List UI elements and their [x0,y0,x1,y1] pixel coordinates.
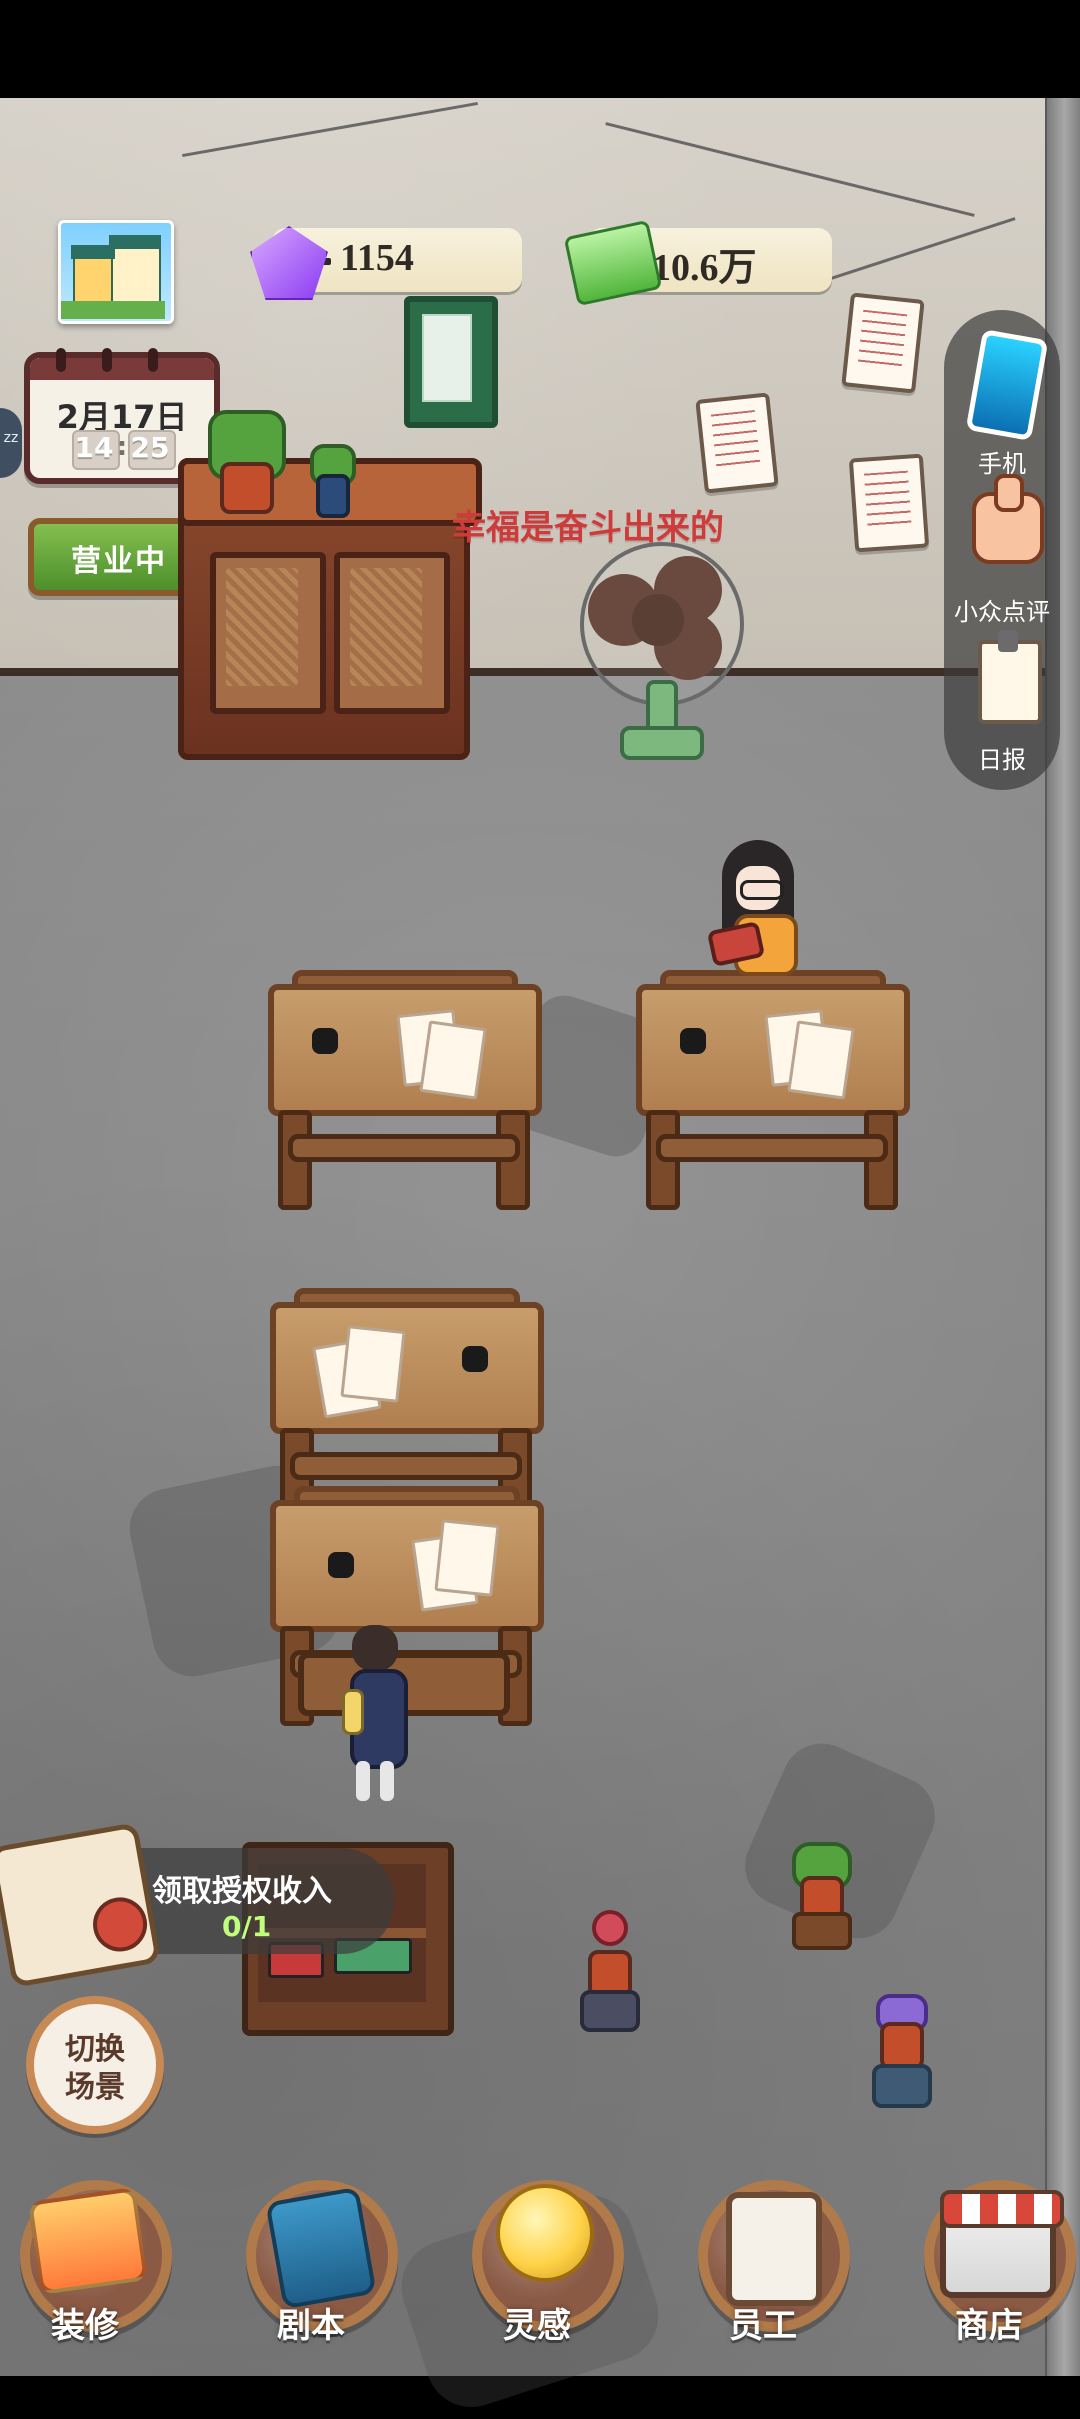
phone-icon [965,329,1049,441]
desk-bar [656,1134,888,1162]
status-bar [0,0,1080,98]
plant-stand [580,1990,640,2032]
character-sleeve [342,1689,364,1735]
time-hour: 14 [74,431,114,464]
desk[interactable] [270,1288,544,1528]
plant-pot [220,462,274,514]
side-menu-phone[interactable]: 手机 [944,329,1060,478]
ink-icon [328,1552,354,1578]
character-leg [356,1761,370,1801]
desk[interactable] [636,970,910,1210]
clipboard-icon [978,630,1042,724]
side-menu-reviews[interactable]: 小众点评 [944,474,1060,626]
side-menu-label: 小众点评 [954,598,1050,626]
nav-label: 剧本 [277,2306,345,2346]
student-character[interactable] [690,840,830,1000]
wall-frame [404,296,498,428]
wall-crack [824,217,1016,282]
time-colon: : [116,432,128,462]
desk-bar [290,1452,522,1480]
ink-icon [680,1028,706,1054]
cabinet-door [334,552,450,714]
ink-icon [462,1346,488,1372]
nav-label: 灵感 [503,2306,571,2346]
wall-note [841,292,925,394]
small-plant [306,444,356,518]
character-leg [380,1761,394,1801]
fan-blade [632,594,684,646]
house-icon [27,2186,149,2296]
plant-stand [872,2064,932,2108]
calendar-ring [102,348,112,372]
plant-stand [792,1912,852,1950]
side-menu-daily[interactable]: 日报 [944,630,1060,774]
calendar-ring [56,348,66,372]
desk-bar [288,1134,520,1162]
time-display: 14 : 25 [72,430,176,470]
shop-icon [940,2190,1064,2298]
wall-crack [182,101,478,158]
wall-slogan: 幸福是奋斗出来的 [452,510,724,547]
badge-icon [726,2192,822,2306]
nav-label: 商店 [955,2306,1023,2346]
wall-note [848,453,930,553]
nav-renovate[interactable]: 装修 [0,2170,172,2376]
floor-plant [786,1842,852,1952]
paper-stack [419,1020,487,1100]
wall-note [695,392,779,494]
paper-stack [787,1020,855,1100]
paper-stack [434,1519,500,1597]
side-menu-label: 日报 [978,746,1026,774]
thumbs-up-icon [972,474,1044,564]
purple-plant [866,1994,932,2118]
plant-pot [316,474,350,518]
desk-top [270,1500,544,1632]
bottom-navigation: 装修 剧本 灵感 员工 商店 [0,2170,1080,2376]
calendar-ring [148,348,158,372]
character-hair [352,1625,398,1671]
nav-shop[interactable]: 商店 [904,2170,1076,2376]
gems-value: 1154 [340,237,414,279]
nav-label: 员工 [729,2306,797,2346]
quest-title: 领取授权收入 [152,1874,332,1909]
rose-icon [592,1910,628,1946]
building-icon [111,245,161,305]
roof-icon [109,235,161,249]
scene-thumbnail-button[interactable] [58,220,174,324]
time-minute: 25 [130,431,170,464]
wall-crack [605,122,975,217]
visitor-character[interactable] [340,1625,410,1815]
plant-pot [880,2022,924,2070]
grass [61,301,165,319]
nav-script[interactable]: 剧本 [226,2170,398,2376]
desk[interactable] [268,970,542,1210]
desk-top [270,1302,544,1434]
nav-staff[interactable]: 员工 [678,2170,850,2376]
ink-icon [312,1028,338,1054]
glasses-icon [740,880,784,900]
switch-scene-line2: 场景 [65,2070,125,2105]
scroll-icon [0,1822,162,1988]
side-hint-text: zz [3,430,19,446]
quest-progress: 0/1 [222,1910,272,1943]
plant [200,410,286,514]
switch-scene-button[interactable]: 切换 场景 [26,1996,164,2134]
lightbulb-icon [496,2184,594,2282]
cabinet-door [210,552,326,714]
book-icon [265,2186,377,2310]
fan-base [620,726,704,760]
money-value: 10.6万 [652,247,757,289]
paper-stack [340,1325,406,1403]
nav-inspiration[interactable]: 灵感 [452,2170,624,2376]
nav-label: 装修 [51,2306,119,2346]
rose-plant [574,1910,640,2036]
standing-fan [580,542,744,760]
